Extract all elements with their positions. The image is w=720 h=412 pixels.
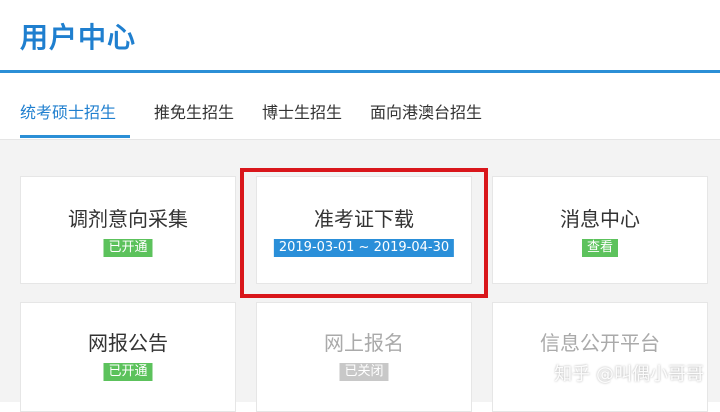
tab-bar: 统考硕士招生 推免生招生 博士生招生 面向港澳台招生 — [0, 73, 720, 140]
card-title: 消息中心 — [560, 207, 640, 231]
tab-doctoral[interactable]: 博士生招生 — [262, 99, 342, 137]
card-admission-ticket[interactable]: 准考证下载 2019-03-01 ~ 2019-04-30 — [256, 176, 472, 284]
tab-label: 推免生招生 — [154, 103, 235, 122]
status-badge: 已开通 — [103, 363, 153, 381]
tab-label: 统考硕士招生 — [20, 103, 117, 122]
card-title: 信息公开平台 — [540, 331, 660, 355]
card-title: 网上报名 — [324, 331, 404, 355]
tab-label: 面向港澳台招生 — [370, 103, 483, 122]
card-title: 调剂意向采集 — [68, 207, 188, 231]
card-title: 准考证下载 — [314, 207, 414, 231]
card-message-center[interactable]: 消息中心 查看 — [492, 176, 708, 284]
card-announcement[interactable]: 网报公告 已开通 — [20, 302, 236, 412]
card-info-disclosure: 信息公开平台 — [492, 302, 708, 412]
status-badge: 已关闭 — [339, 363, 389, 381]
page-title: 用户中心 — [20, 21, 137, 54]
tab-unified-master[interactable]: 统考硕士招生 — [20, 99, 130, 138]
view-badge[interactable]: 查看 — [581, 239, 619, 257]
status-badge: 已开通 — [103, 239, 153, 257]
card-online-registration: 网上报名 已关闭 — [256, 302, 472, 412]
header: 用户中心 — [0, 0, 720, 73]
card-adjustment-intent[interactable]: 调剂意向采集 已开通 — [20, 176, 236, 284]
tab-hk-macau-taiwan[interactable]: 面向港澳台招生 — [370, 99, 482, 137]
card-title: 网报公告 — [88, 331, 168, 355]
watermark: 知乎 @叫偶小哥哥 — [554, 364, 704, 385]
tab-recommended[interactable]: 推免生招生 — [154, 99, 234, 137]
date-range-badge: 2019-03-01 ~ 2019-04-30 — [273, 239, 455, 257]
tab-label: 博士生招生 — [262, 103, 343, 122]
